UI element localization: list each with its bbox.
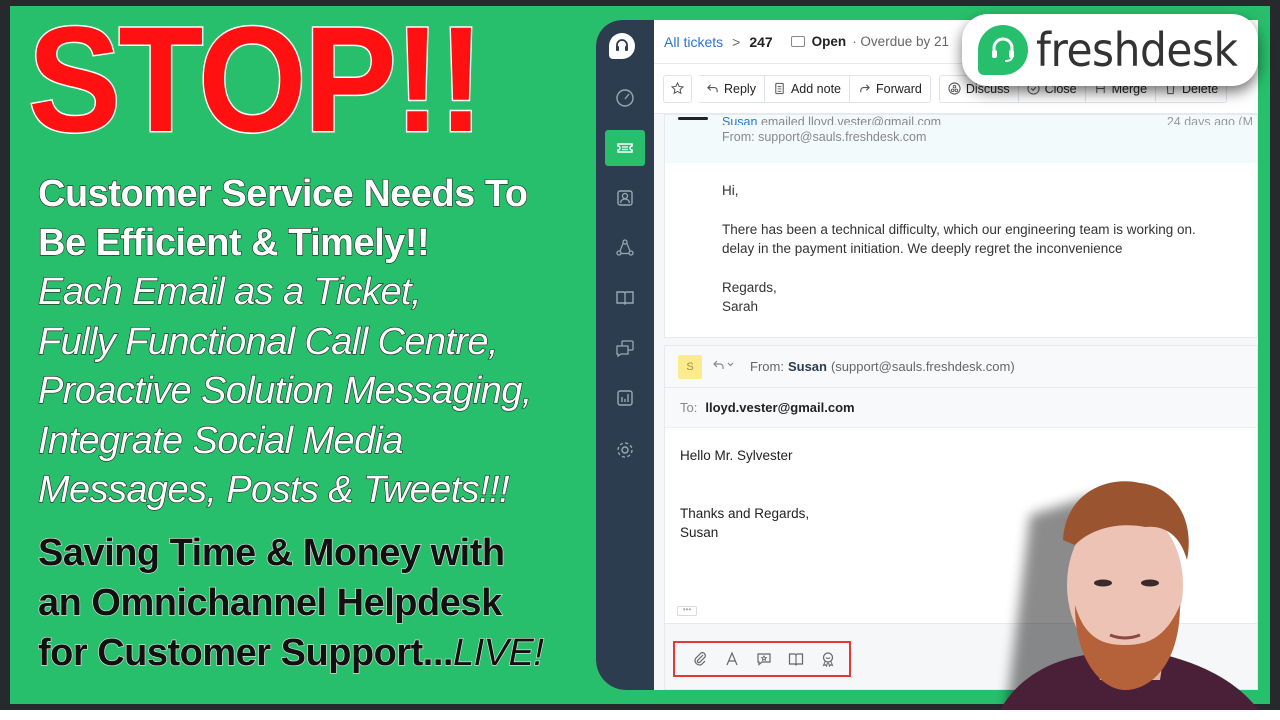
presenter-photo [995,481,1265,720]
reply-label: Reply [724,81,756,96]
message-text: There has been a technical difficulty, w… [722,221,1196,237]
star-icon [671,82,684,95]
bar-chart-icon [617,390,633,406]
forward-label: Forward [876,81,922,96]
feature-item: Each Email as a Ticket, [37,270,422,313]
sidebar [596,20,654,690]
headset-icon [992,37,1014,62]
text-format-icon [726,651,738,666]
survey-icon [822,652,834,667]
sender-name[interactable]: Susan [722,115,757,125]
add-note-label: Add note [790,81,842,96]
attachment-icon [694,652,706,666]
ticket-status[interactable]: Open [812,34,847,49]
to-field[interactable]: lloyd.vester@gmail.com [705,400,854,415]
message-action: emailed lloyd.vester@gmail.com [760,115,942,125]
bottom-strip [0,710,1280,720]
network-icon [616,239,634,256]
reply-from-row: S From: Susan (support@sauls.freshdesk.c… [665,346,1257,388]
forward-button[interactable]: Forward [850,74,931,103]
solution-article-icon [788,653,804,666]
message-text: delay in the payment initiation. We deep… [722,241,1123,256]
attach-button[interactable] [684,645,716,673]
headline-line: Be Efficient & Timely!! [37,221,430,264]
note-icon [775,82,784,95]
text-format-button[interactable] [716,645,748,673]
reply-to-row: To: lloyd.vester@gmail.com [665,388,1257,428]
sidebar-item-admin[interactable] [605,432,645,468]
survey-button[interactable] [812,645,844,673]
brand-name: freshdesk [1036,23,1238,77]
tagline-text: for Customer Support... [37,631,454,674]
reply-button[interactable]: Reply [698,74,765,103]
ticket-number: 247 [749,33,773,50]
headset-icon [616,39,628,51]
message-signature: Sarah [722,299,759,314]
tagline-line: Saving Time & Money with [37,531,505,574]
gauge-icon [616,89,634,107]
add-note-button[interactable]: Add note [764,74,851,103]
feature-item: Integrate Social Media [37,419,404,462]
freshdesk-brand-icon [978,25,1028,75]
message-signoff: Regards, [722,279,777,295]
feature-item: Messages, Posts & Tweets!!! [37,468,510,511]
tagline: Saving Time & Money with an Omnichannel … [37,528,608,678]
sidebar-item-contacts[interactable] [605,180,645,216]
feature-item: Proactive Solution Messaging, [37,369,533,412]
email-status-icon [790,36,805,47]
overdue-label: · Overdue by 21 [852,34,949,49]
from-name[interactable]: Susan [788,359,827,374]
breadcrumb-all-tickets[interactable]: All tickets [664,34,723,50]
feature-item: Fully Functional Call Centre, [37,320,499,363]
message-from: From: support@sauls.freshdesk.com [722,130,927,144]
message-body: Hi, There has been a technical difficult… [665,163,1257,317]
sidebar-item-solutions[interactable] [605,280,645,316]
sidebar-item-discussions[interactable] [605,330,645,366]
sidebar-item-tickets[interactable] [605,130,645,166]
star-button[interactable] [663,74,692,103]
reply-icon [707,84,718,93]
avatar: S [678,354,702,379]
sender-avatar [678,117,708,120]
canned-response-icon [757,653,771,666]
message-header: Susan emailed lloyd.vester@gmail.com Fro… [665,115,1257,163]
from-address: (support@sauls.freshdesk.com) [830,359,1015,374]
headline: Customer Service Needs To Be Efficient &… [37,170,598,268]
sidebar-item-groups[interactable] [605,230,645,266]
sidebar-item-reports[interactable] [605,380,645,416]
from-label: From: [750,359,784,374]
headline-line: Customer Service Needs To [37,172,528,215]
reply-type-dropdown[interactable] [712,359,742,374]
ticket-icon [617,143,633,153]
format-toolbar-highlight [673,641,851,677]
feature-list: Each Email as a Ticket, Fully Functional… [37,268,608,516]
to-label: To: [680,400,698,415]
chat-bubbles-icon [616,340,634,358]
book-icon [616,291,634,305]
conversation-message: Susan emailed lloyd.vester@gmail.com Fro… [664,114,1258,338]
message-greeting: Hi, [722,183,739,198]
breadcrumb-separator: > [732,33,741,50]
freshdesk-logo-icon[interactable] [609,33,635,59]
insert-solution-button[interactable] [780,645,812,673]
show-quoted-text-button[interactable]: ••• [677,606,697,616]
discuss-icon [948,82,961,95]
tagline-line: an Omnichannel Helpdesk [37,581,502,624]
gear-icon [617,442,633,458]
contact-card-icon [617,190,633,206]
canned-response-button[interactable] [748,645,780,673]
reply-greeting: Hello Mr. Sylvester [680,448,793,463]
reply-chevron-down-icon [713,360,734,369]
tagline-line: for Customer Support...LIVE! [37,628,608,678]
stop-title: STOP!! [27,0,486,163]
forward-icon [860,84,870,93]
live-label: LIVE! [452,631,544,674]
sidebar-item-dashboard[interactable] [605,80,645,116]
message-timestamp: 24 days ago (M [1166,115,1253,125]
freshdesk-logo-badge: freshdesk [962,14,1258,86]
